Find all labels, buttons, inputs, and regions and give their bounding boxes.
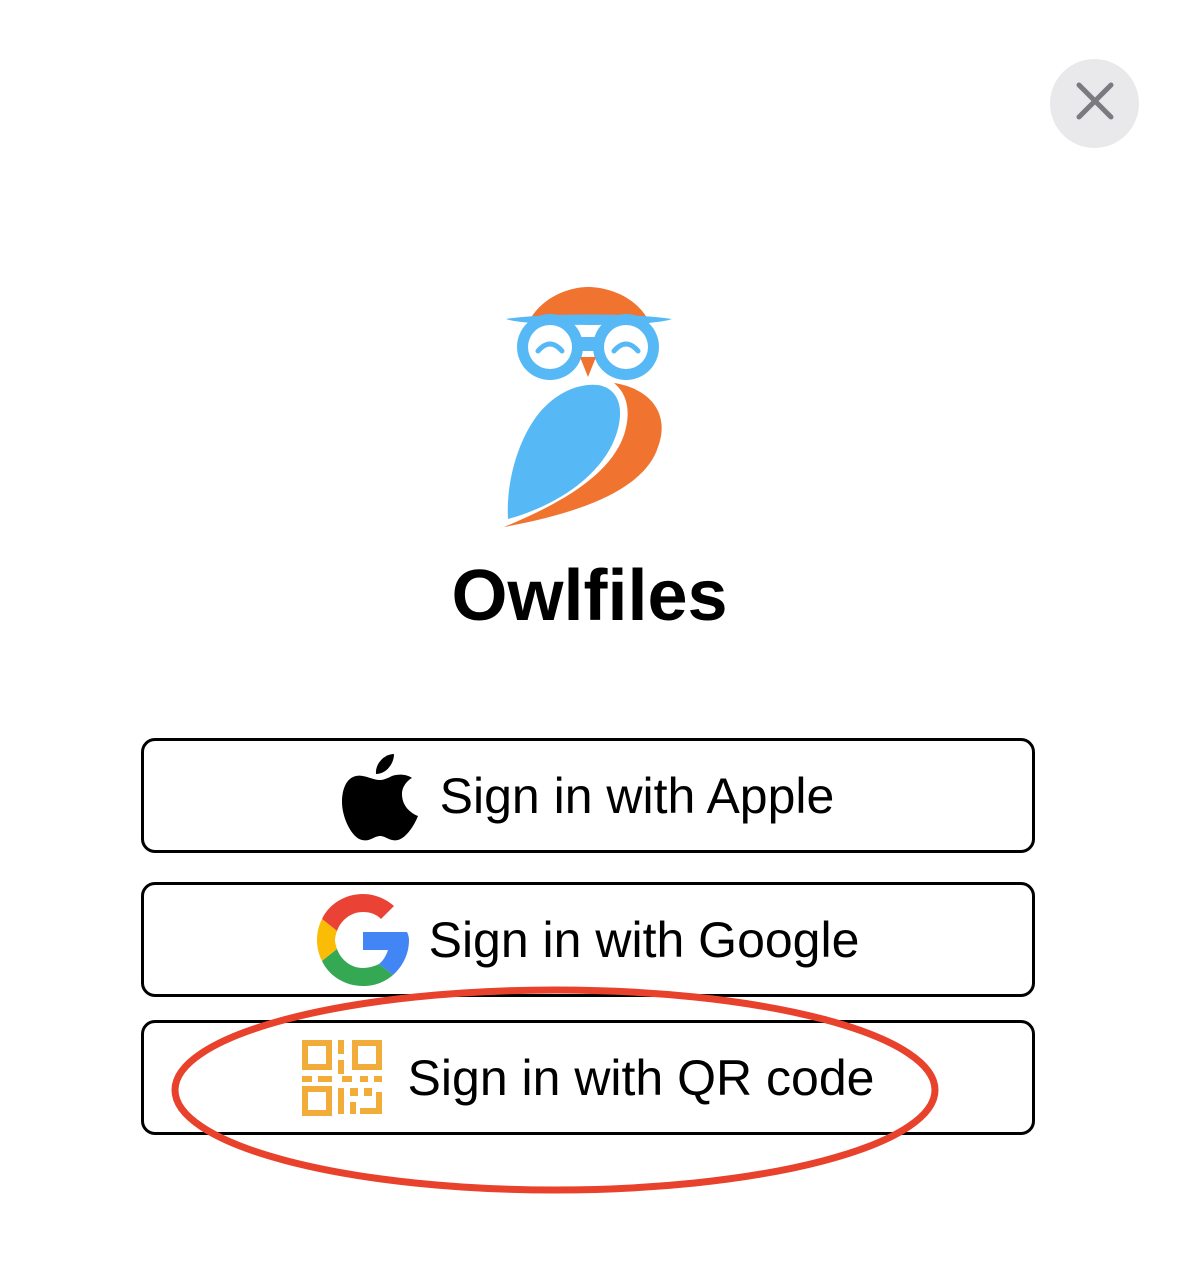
sign-in-google-button[interactable]: Sign in with Google [141, 882, 1035, 997]
sign-in-apple-button[interactable]: Sign in with Apple [141, 738, 1035, 853]
owlfiles-logo [502, 285, 674, 530]
sign-in-qr-label: Sign in with QR code [407, 1049, 875, 1106]
app-title: Owlfiles [451, 556, 728, 636]
sign-in-google-label: Sign in with Google [428, 911, 860, 968]
close-button[interactable] [1050, 59, 1139, 148]
sign-in-qr-button[interactable]: Sign in with QR code [141, 1020, 1035, 1135]
sign-in-apple-label: Sign in with Apple [439, 767, 835, 824]
google-icon [316, 893, 409, 986]
sign-in-sheet: Owlfiles Sign in with Apple Sign in with… [0, 0, 1179, 1279]
qr-code-icon [301, 1039, 382, 1116]
close-icon [1075, 81, 1115, 126]
apple-icon [341, 750, 418, 842]
